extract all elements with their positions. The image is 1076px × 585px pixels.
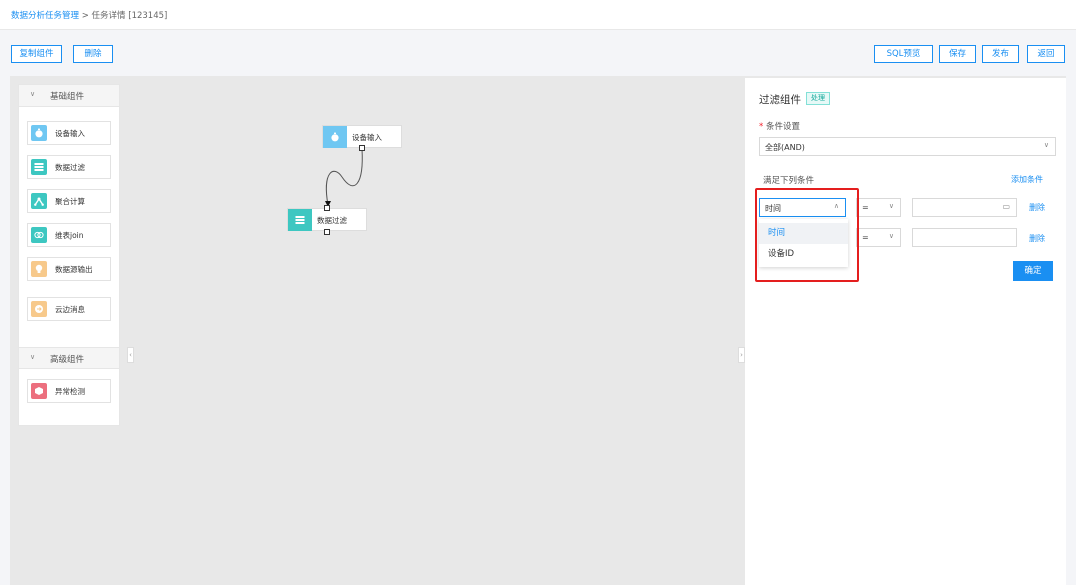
sql-preview-button[interactable]: SQL预览 (874, 45, 933, 63)
output-port[interactable] (324, 229, 330, 235)
breadcrumb-root-link[interactable]: 数据分析任务管理 (11, 11, 79, 21)
list-icon (31, 159, 47, 175)
timer-icon (323, 126, 347, 148)
required-mark: * (759, 122, 764, 132)
chevron-down-icon: ∨ (888, 232, 894, 240)
list-icon (288, 209, 312, 231)
save-button[interactable]: 保存 (939, 45, 976, 63)
basic-group-label: 基础组件 (50, 92, 85, 102)
condition-operator-value: = (862, 203, 869, 212)
link-icon (31, 227, 47, 243)
component-dimension-join[interactable]: 维表join (27, 223, 111, 247)
component-label: 聚合计算 (55, 197, 85, 206)
condition-mode-select[interactable]: 全部(AND) ∨ (759, 137, 1056, 156)
condition-operator-value: = (862, 233, 869, 242)
top-bar: 数据分析任务管理 > 任务详情 [123145] (0, 0, 1076, 30)
component-edge-message[interactable]: 云边消息 (27, 297, 111, 321)
bulb-icon (31, 261, 47, 277)
component-label: 数据过滤 (55, 163, 85, 172)
breadcrumb-current: 任务详情 [123145] (91, 11, 168, 21)
publish-button[interactable]: 发布 (982, 45, 1019, 63)
delete-condition-link[interactable]: 删除 (1029, 202, 1045, 213)
back-button[interactable]: 返回 (1027, 45, 1065, 63)
highlight-box (755, 188, 859, 282)
breadcrumb-separator: > (81, 11, 89, 21)
component-panel: ∨ 基础组件 设备输入 数据过滤 聚合计算 维表join 数据源输出 云边消息 … (18, 84, 120, 426)
component-device-input[interactable]: 设备输入 (27, 121, 111, 145)
condition-setting-label: * 条件设置 (759, 120, 800, 132)
type-badge: 处理 (806, 92, 830, 105)
panel-title: 过滤组件 (759, 94, 801, 106)
component-label: 云边消息 (55, 305, 85, 314)
canvas-node-label: 设备输入 (352, 133, 382, 142)
cube-icon (31, 383, 47, 399)
condition-date-input[interactable]: ▭ (912, 198, 1017, 217)
chevron-down-icon: ∨ (1043, 141, 1049, 149)
component-anomaly-detection[interactable]: 异常检测 (27, 379, 111, 403)
breadcrumb: 数据分析任务管理 > 任务详情 [123145] (11, 9, 167, 21)
advanced-group-label: 高级组件 (50, 355, 85, 365)
canvas-node-label: 数据过滤 (317, 216, 347, 225)
arrow-circle-icon (31, 301, 47, 317)
branch-icon (31, 193, 47, 209)
component-label: 异常检测 (55, 387, 85, 396)
timer-icon (31, 125, 47, 141)
add-condition-link[interactable]: 添加条件 (1011, 174, 1043, 185)
component-label: 设备输入 (55, 129, 85, 138)
canvas-node-data-filter[interactable]: 数据过滤 (287, 208, 367, 231)
chevron-down-icon: ∨ (30, 353, 36, 361)
collapse-right-panel-toggle[interactable]: › (738, 347, 745, 363)
delete-condition-link[interactable]: 删除 (1029, 233, 1045, 244)
delete-button[interactable]: 删除 (73, 45, 113, 63)
chevron-down-icon: ∨ (888, 202, 894, 210)
component-label: 数据源输出 (55, 265, 93, 274)
properties-panel: 过滤组件 处理 * 条件设置 全部(AND) ∨ 满足下列条件 添加条件 时间 … (745, 78, 1066, 585)
component-aggregate[interactable]: 聚合计算 (27, 189, 111, 213)
condition-mode-value: 全部(AND) (765, 143, 805, 152)
match-conditions-label: 满足下列条件 (763, 176, 815, 186)
component-label: 维表join (55, 231, 84, 240)
output-port[interactable] (359, 145, 365, 151)
basic-group-header[interactable]: ∨ 基础组件 (19, 85, 119, 107)
advanced-group-header[interactable]: ∨ 高级组件 (19, 347, 119, 369)
component-datasource-output[interactable]: 数据源输出 (27, 257, 111, 281)
condition-value-input[interactable] (912, 228, 1017, 247)
calendar-icon[interactable]: ▭ (1002, 202, 1010, 211)
component-data-filter[interactable]: 数据过滤 (27, 155, 111, 179)
condition-operator-select[interactable]: = ∨ (856, 228, 901, 247)
input-port[interactable] (324, 205, 330, 211)
chevron-down-icon: ∨ (30, 90, 36, 98)
confirm-button[interactable]: 确定 (1013, 261, 1053, 281)
condition-operator-select[interactable]: = ∨ (856, 198, 901, 217)
condition-label-text: 条件设置 (765, 122, 800, 132)
copy-component-button[interactable]: 复制组件 (11, 45, 62, 63)
collapse-left-panel-toggle[interactable]: ‹ (127, 347, 134, 363)
